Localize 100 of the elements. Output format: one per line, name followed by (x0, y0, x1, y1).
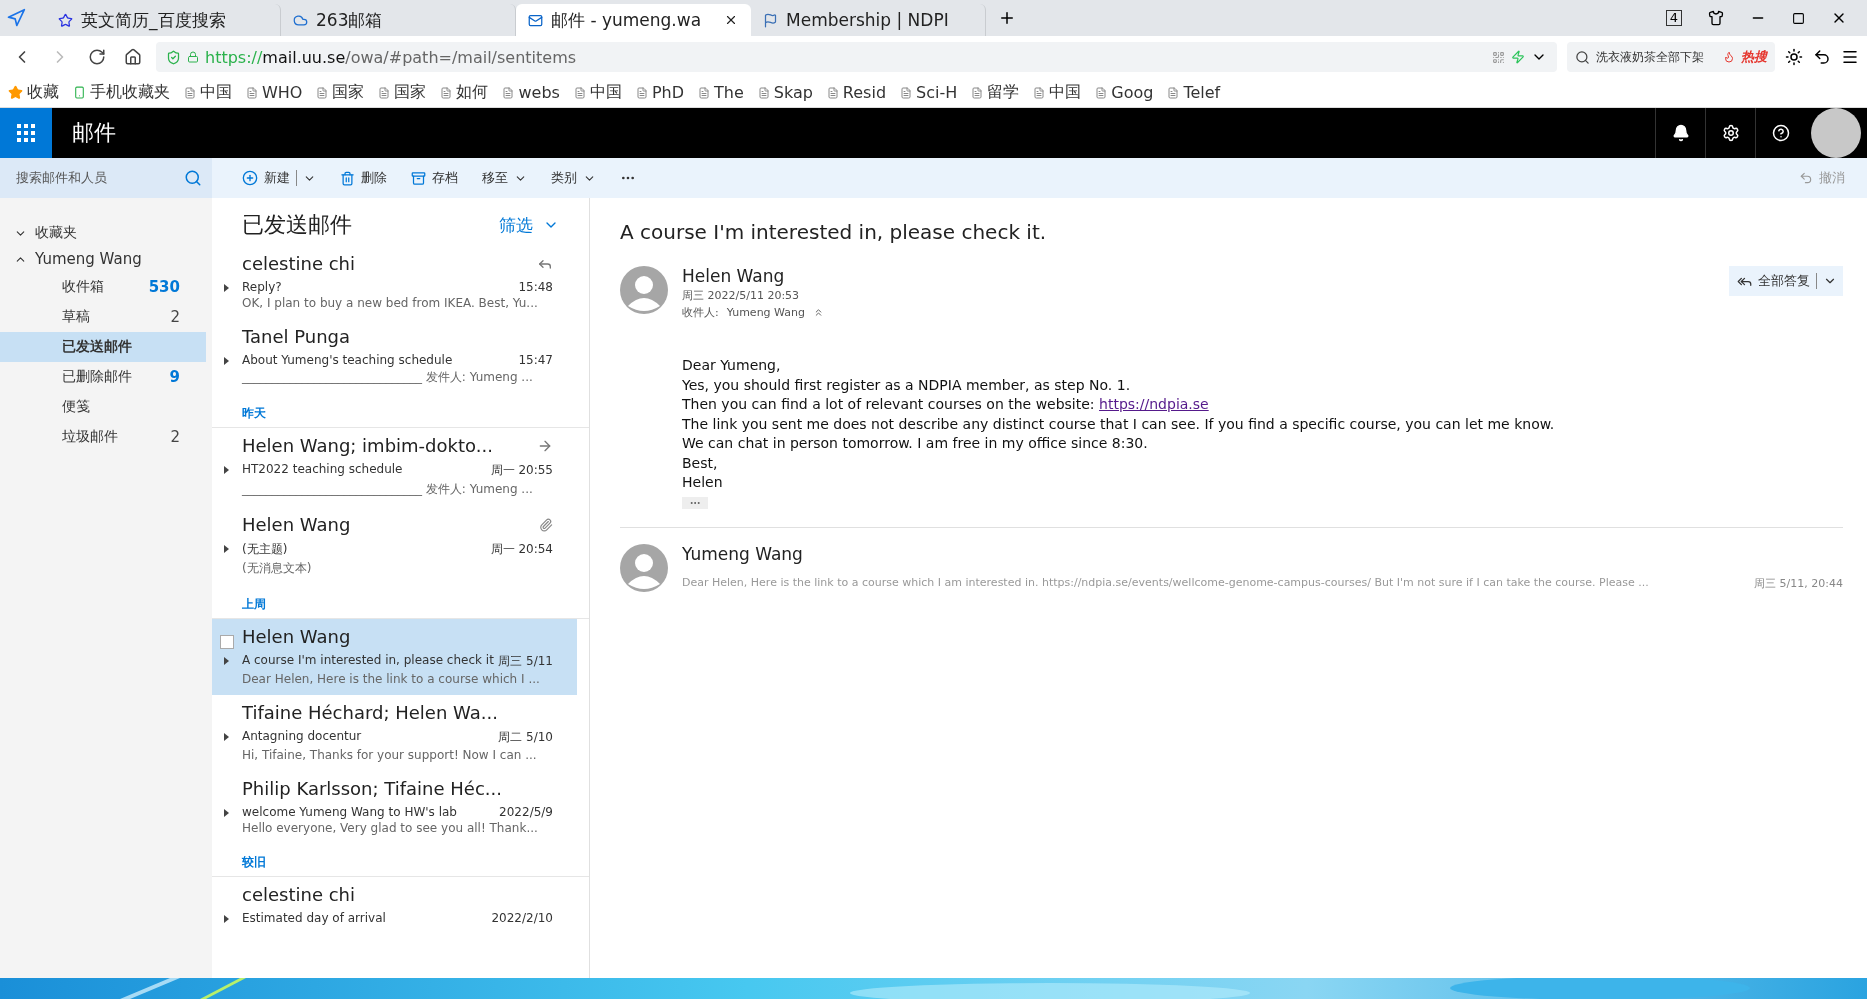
favorites-node[interactable]: 收藏夹 (0, 220, 212, 246)
divider (1816, 273, 1817, 289)
bookmark[interactable]: 留学 (971, 82, 1020, 103)
folder-item[interactable]: 垃圾邮件 2 (0, 422, 206, 452)
expand-icon[interactable] (224, 357, 229, 365)
toolbar-button[interactable]: 移至 (482, 169, 527, 187)
message-item[interactable]: Philip Karlsson; Tifaine Héc... welcome Yumeng Wang to HW's lab 2022/5/9 Hello everyone, Very glad to see you all! Thank... (212, 771, 577, 844)
page-icon (378, 86, 391, 99)
message-item[interactable]: celestine chi Estimated day of arrival 2022/2/10 (212, 877, 577, 934)
body-line: Helen (682, 473, 724, 492)
expand-icon[interactable] (224, 915, 229, 923)
maximize-icon[interactable] (1792, 11, 1805, 25)
page-icon (502, 86, 515, 99)
bookmark[interactable]: Sci-H (900, 83, 958, 102)
tab-count[interactable]: 4 (1665, 10, 1682, 26)
body-line: Yes, you should first register as a NDPIA member, as step No. 1. (682, 375, 1132, 395)
shirt-icon[interactable] (1708, 10, 1724, 26)
show-more-button[interactable] (682, 496, 708, 509)
page-icon (316, 86, 329, 99)
bookmark[interactable]: WHO (246, 83, 303, 102)
bookmark[interactable]: Telef (1167, 83, 1221, 102)
browser-search-field[interactable]: 洗衣液奶茶全部下架 热搜 (1567, 42, 1775, 72)
message-item[interactable]: Helen Wang A course I'm interested in, please check it 周三 5/11 Dear Helen, Here is the link to a course which I ... (212, 619, 577, 695)
message-item[interactable]: celestine chi Reply? 15:48 OK, I plan to buy a new bed from IKEA. Best, Yu... (212, 246, 577, 319)
bell-icon (1671, 124, 1690, 142)
search-icon (184, 169, 202, 187)
close-tab-icon[interactable] (724, 13, 738, 27)
mail-icon (528, 12, 543, 28)
page-icon (900, 86, 913, 99)
star-icon (8, 85, 23, 100)
paperclip-icon (539, 517, 553, 532)
message-item[interactable]: Tanel Punga About Yumeng's teaching schedule 15:47 ______________________________ 发件人: Yumeng ... (212, 319, 577, 395)
body-line: Dear Yumeng, (682, 356, 782, 375)
sender-name[interactable]: Helen Wang (682, 266, 1715, 286)
toolbar-button[interactable]: 删除 (340, 169, 387, 187)
recipient-label: 收件人: (682, 305, 719, 320)
folder-item[interactable]: 已删除邮件 9 (0, 362, 206, 392)
grid-icon (17, 124, 35, 142)
bookmark[interactable]: 中国 (184, 82, 232, 103)
sender-name[interactable]: Yumeng Wang (682, 543, 1843, 564)
trash-icon (340, 170, 355, 186)
bookmark[interactable]: 中国 (573, 82, 622, 103)
body-line: Best, (682, 453, 719, 473)
folder-item[interactable]: 收件箱 530 (0, 272, 206, 302)
expand-icon[interactable] (224, 657, 229, 665)
message-item[interactable]: Tifaine Héchard; Helen Wa... Antagning docentur 周二 5/10 Hi, Tifaine, Thanks for your support! Now I can ... (212, 695, 577, 771)
expand-icon[interactable] (224, 545, 229, 553)
bookmark[interactable]: webs (502, 83, 560, 102)
sender-avatar (620, 266, 668, 314)
body-line: The link you sent me does not describe any distinct course that I can see. If you find a specific course, you can let me know. (682, 414, 1556, 434)
bookmark[interactable]: 手机收藏夹 (73, 82, 170, 103)
folder-item[interactable]: 草稿 2 (0, 302, 206, 332)
expand-icon[interactable] (224, 284, 229, 292)
message-item[interactable]: Helen Wang (无主题) 周一 20:54 (无消息文本) (212, 507, 577, 586)
reply-all-button[interactable]: 全部答复 (1729, 266, 1843, 296)
message-time: 周三 5/11, 20:44 (1754, 575, 1843, 591)
browser-logo-icon[interactable] (6, 8, 26, 28)
bookmark[interactable]: Skap (757, 83, 813, 102)
undo-icon[interactable] (1813, 48, 1831, 66)
toolbar-button[interactable]: 存档 (411, 169, 458, 187)
link[interactable]: https://ndpia.se (1099, 396, 1209, 412)
bookmark[interactable]: 国家 (378, 82, 427, 103)
bookmark[interactable]: Goog (1095, 83, 1154, 102)
brightness-icon[interactable] (1785, 48, 1803, 66)
page-icon (573, 86, 586, 99)
page-icon (184, 86, 196, 99)
menu-icon[interactable] (1841, 48, 1859, 66)
qr-code-icon[interactable] (1492, 50, 1505, 64)
bookmark[interactable]: 收藏 (8, 82, 59, 103)
reload-icon (88, 48, 106, 66)
bookmark[interactable]: The (698, 83, 744, 102)
account-node[interactable]: Yumeng Wang (0, 246, 212, 272)
message-item[interactable]: Helen Wang; imbim-dokto... HT2022 teaching schedule 周一 20:55 ______________________________ 发件人: Yumeng ... (212, 428, 577, 507)
address-bar[interactable]: https://mail.uu.se/owa/#path=/mail/sentitems (156, 42, 1557, 72)
body-line: Then you can find a lot of relevant courses on the website: https://ndpia.se (682, 395, 1210, 414)
filter-button[interactable]: 筛选 (493, 212, 565, 238)
app-launcher-button[interactable] (0, 108, 52, 158)
new-tab-icon[interactable] (998, 9, 1016, 27)
search-field[interactable]: 搜索邮件和人员 (0, 158, 212, 198)
page-icon (635, 86, 648, 99)
avatar[interactable] (1811, 108, 1861, 158)
undo-icon (1799, 171, 1813, 185)
list-title: 已发送邮件 (242, 211, 352, 239)
bookmark[interactable]: 国家 (316, 82, 365, 103)
bookmark[interactable]: 如何 (440, 82, 489, 103)
browser-tab[interactable]: 邮件 - yumeng.wa (516, 4, 751, 36)
expand-icon[interactable] (224, 466, 229, 474)
recipient-name[interactable]: Yumeng Wang (726, 306, 805, 319)
toolbar-button[interactable]: 新建 (242, 169, 316, 187)
bookmark[interactable]: Resid (826, 83, 887, 102)
expand-icon[interactable] (224, 733, 229, 741)
expand-icon[interactable] (224, 809, 229, 817)
page-icon (698, 86, 710, 99)
bookmark[interactable]: 中国 (1033, 82, 1082, 103)
checkbox[interactable] (220, 635, 234, 649)
page-icon (1167, 86, 1180, 99)
bookmark[interactable]: PhD (635, 83, 684, 102)
folder-item[interactable]: 便笺 (0, 392, 206, 422)
toolbar-button[interactable]: 类别 (551, 169, 596, 187)
folder-item[interactable]: 已发送邮件 (0, 332, 206, 362)
